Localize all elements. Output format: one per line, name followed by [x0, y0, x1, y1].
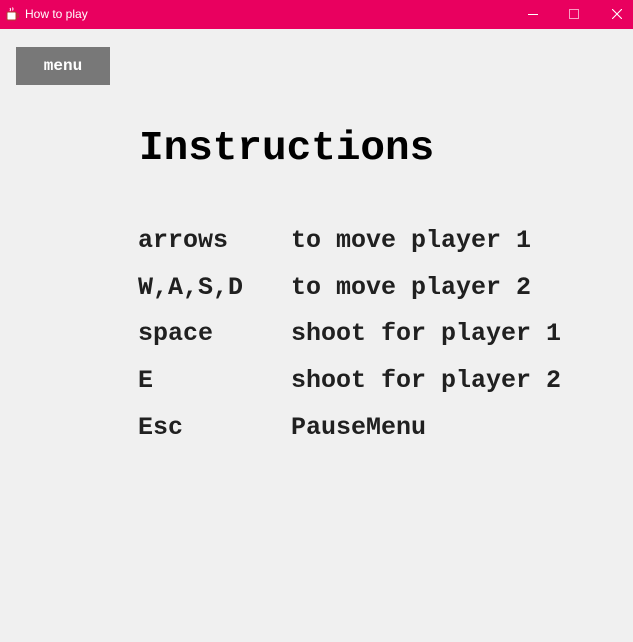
instruction-action: to move player 1: [291, 226, 532, 255]
close-button[interactable]: [596, 0, 633, 29]
page-title: Instructions: [139, 126, 435, 172]
instruction-key: Esc: [138, 413, 184, 442]
instruction-action: shoot for player 2: [291, 366, 562, 395]
java-coffee-icon: [6, 7, 20, 21]
instruction-key: space: [138, 319, 214, 348]
close-icon: [612, 9, 622, 19]
title-bar[interactable]: How to play: [0, 0, 633, 29]
instruction-key: W,A,S,D: [138, 273, 244, 302]
maximize-button[interactable]: [553, 0, 595, 29]
instruction-key: E: [138, 366, 154, 395]
minimize-icon: [528, 14, 538, 15]
instruction-action: shoot for player 1: [291, 319, 562, 348]
menu-button[interactable]: menu: [16, 47, 110, 85]
instruction-action: PauseMenu: [291, 413, 427, 442]
instruction-key: arrows: [138, 226, 229, 255]
maximize-icon: [569, 9, 579, 19]
window: How to play menu Instructions arrows to …: [0, 0, 633, 642]
instruction-action: to move player 2: [291, 273, 532, 302]
window-title: How to play: [25, 7, 88, 21]
minimize-button[interactable]: [512, 0, 554, 29]
